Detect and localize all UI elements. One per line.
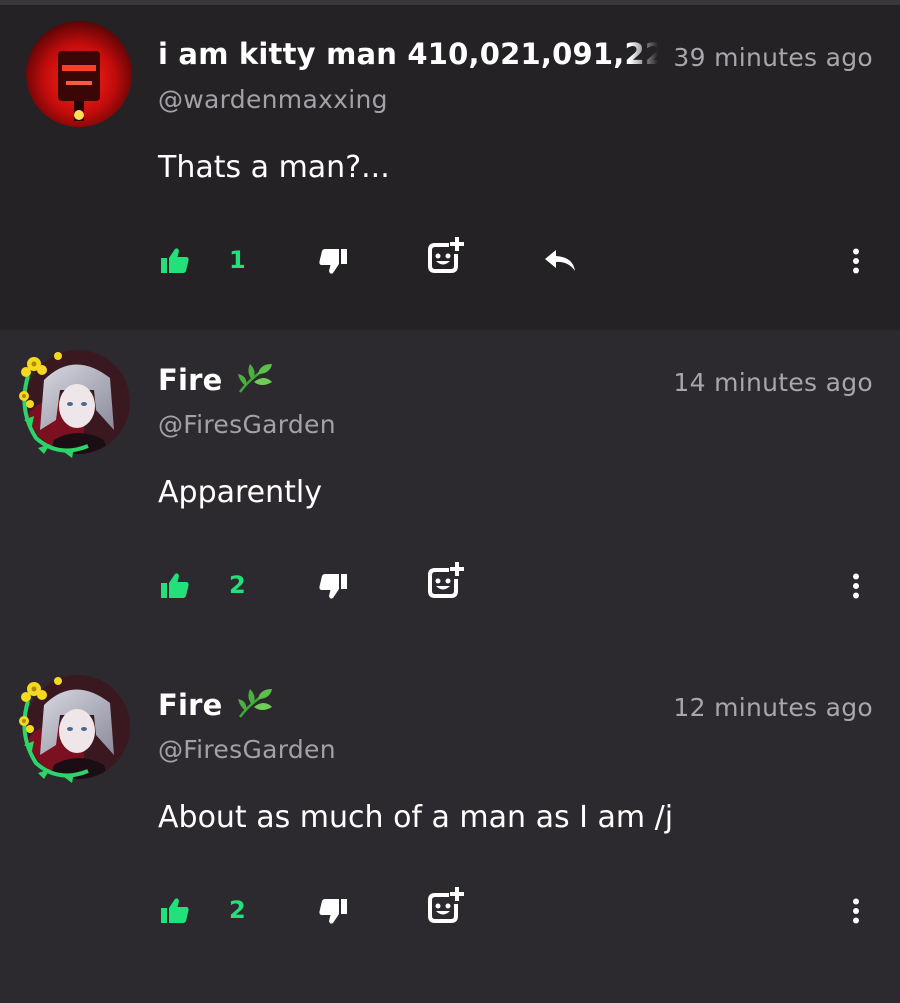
dislike-button[interactable] [318, 568, 348, 604]
thumbs-up-icon [161, 573, 189, 598]
author-name[interactable]: Fire [158, 363, 223, 397]
comment-card: Fire 12 minutes ago @FiresGarden About a… [0, 655, 900, 1003]
avatar[interactable] [19, 346, 132, 458]
add-reaction-button[interactable] [427, 562, 465, 598]
thumbs-up-icon [161, 898, 189, 923]
author-name[interactable]: i am kitty man 410,021,091,225 [158, 37, 658, 71]
dislike-button[interactable] [318, 243, 348, 279]
avatar[interactable] [26, 21, 132, 127]
comment-text: About as much of a man as I am /j [158, 800, 674, 835]
reply-button[interactable] [542, 243, 578, 279]
leaf-icon [236, 687, 276, 723]
author-name-row: Fire [158, 687, 658, 727]
add-reaction-icon [428, 562, 464, 598]
like-count: 2 [229, 896, 246, 924]
more-vertical-icon [853, 248, 859, 274]
more-options-button[interactable] [846, 243, 866, 279]
add-reaction-icon [428, 887, 464, 923]
author-name-row: i am kitty man 410,021,091,225 [158, 37, 658, 77]
thumbs-down-icon [319, 249, 347, 274]
leaf-icon [236, 362, 276, 398]
more-vertical-icon [853, 898, 859, 924]
like-count: 2 [229, 571, 246, 599]
more-vertical-icon [853, 573, 859, 599]
comment-actions: 2 [0, 887, 900, 933]
comment-card: Fire 14 minutes ago @FiresGarden Apparen… [0, 330, 900, 655]
comment-actions: 2 [0, 562, 900, 608]
comment-timestamp: 39 minutes ago [673, 43, 873, 72]
dislike-button[interactable] [318, 893, 348, 929]
comment-timestamp: 12 minutes ago [673, 693, 873, 722]
comment-text: Thats a man?... [158, 150, 390, 185]
author-name[interactable]: Fire [158, 688, 223, 722]
like-count: 1 [229, 246, 246, 274]
reply-arrow-icon [545, 250, 575, 271]
add-reaction-button[interactable] [427, 237, 465, 273]
author-handle[interactable]: @wardenmaxxing [158, 85, 388, 114]
like-button[interactable] [160, 568, 190, 604]
more-options-button[interactable] [846, 893, 866, 929]
comment-actions: 1 [0, 237, 900, 283]
more-options-button[interactable] [846, 568, 866, 604]
author-handle[interactable]: @FiresGarden [158, 735, 336, 764]
comment-text: Apparently [158, 475, 322, 510]
thumbs-down-icon [319, 899, 347, 924]
add-reaction-icon [428, 237, 464, 273]
add-reaction-button[interactable] [427, 887, 465, 923]
comment-card: i am kitty man 410,021,091,225 39 minute… [0, 5, 900, 330]
comment-timestamp: 14 minutes ago [673, 368, 873, 397]
thumbs-up-icon [161, 248, 189, 273]
avatar[interactable] [19, 671, 132, 783]
thumbs-down-icon [319, 574, 347, 599]
author-handle[interactable]: @FiresGarden [158, 410, 336, 439]
like-button[interactable] [160, 243, 190, 279]
author-name-row: Fire [158, 362, 658, 402]
like-button[interactable] [160, 893, 190, 929]
